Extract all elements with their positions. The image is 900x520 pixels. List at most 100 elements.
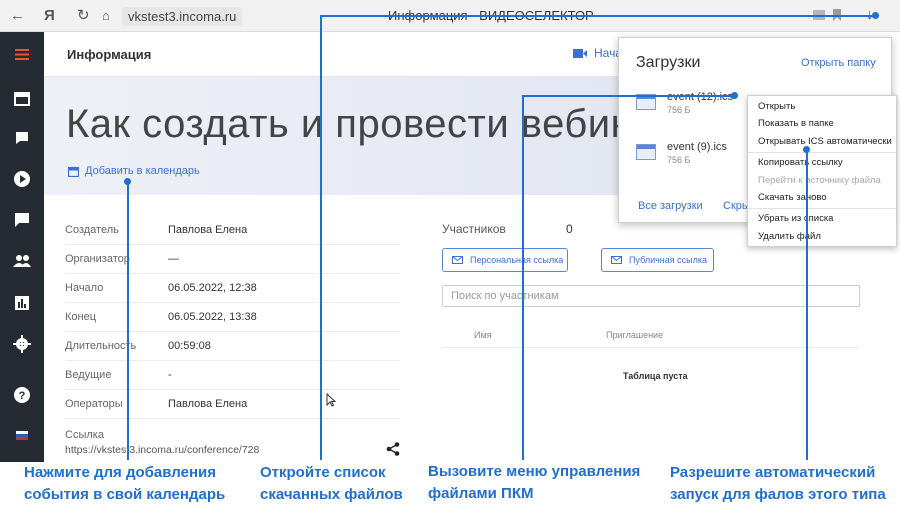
menu-item-remove-from-list[interactable]: Убрать из списка <box>758 213 833 224</box>
callout-text: файлами ПКМ <box>428 485 534 502</box>
info-value: Павлова Елена <box>168 224 248 236</box>
callout-dot <box>872 12 879 19</box>
info-value: 06.05.2022, 13:38 <box>168 311 257 323</box>
info-row: Операторы Павлова Елена <box>65 390 400 419</box>
callout-line <box>127 181 129 460</box>
callout-dot <box>731 92 738 99</box>
callout-line <box>522 95 524 460</box>
callout-text: запуск для фалов этого типа <box>670 486 886 503</box>
callout-line <box>522 95 734 97</box>
column-header-name[interactable]: Имя <box>474 330 492 340</box>
ics-file-icon <box>636 144 656 160</box>
back-icon[interactable]: ← <box>10 7 25 25</box>
download-file-size: 756 Б <box>667 155 691 165</box>
downloads-title: Загрузки <box>636 54 701 71</box>
info-row: Создатель Павлова Елена <box>65 216 400 245</box>
info-label: Ведущие <box>65 369 112 381</box>
info-value: 06.05.2022, 12:38 <box>168 282 257 294</box>
participants-count: 0 <box>566 222 573 236</box>
app-sidebar: ? <box>0 32 44 462</box>
envelope-icon <box>452 256 463 264</box>
personal-link-label: Персональная ссылка <box>470 255 564 265</box>
info-value: 00:59:08 <box>168 340 211 352</box>
table-divider <box>442 347 860 348</box>
menu-item-go-to-source: Перейти к источнику файла <box>758 175 881 186</box>
empty-table-message: Таблица пуста <box>623 371 688 381</box>
help-icon[interactable]: ? <box>13 386 31 404</box>
info-label: Начало <box>65 282 104 294</box>
info-row: Организатор — <box>65 245 400 274</box>
callout-text: события в свой календарь <box>24 486 226 503</box>
participants-label: Участников <box>442 222 506 236</box>
add-to-calendar-link[interactable]: Добавить в календарь <box>85 165 200 177</box>
info-row: Ведущие - <box>65 361 400 390</box>
stats-icon[interactable] <box>14 295 30 311</box>
file-context-menu: Открыть Показать в папке Открывать ICS а… <box>747 95 897 247</box>
users-icon[interactable] <box>13 254 31 268</box>
menu-item-show-in-folder[interactable]: Показать в папке <box>758 118 834 129</box>
link-label: Ссылка <box>65 429 104 441</box>
public-link-button[interactable]: Публичная ссылка <box>601 248 714 272</box>
info-value: Павлова Елена <box>168 398 248 410</box>
public-link-label: Публичная ссылка <box>629 255 707 265</box>
download-file-name[interactable]: event (9).ics <box>667 141 727 153</box>
info-value: - <box>168 369 172 381</box>
callout-line <box>806 149 808 460</box>
all-downloads-link[interactable]: Все загрузки <box>638 200 703 212</box>
callout-right-click: Вызовите меню управления файлами ПКМ <box>428 461 640 505</box>
chat-flag-icon[interactable] <box>14 130 30 146</box>
mouse-cursor-icon <box>326 393 336 407</box>
page: ← Я ↻ ⌂ vkstest3.incoma.ru Информация - … <box>0 0 900 520</box>
callout-text: Вызовите меню управления <box>428 463 641 480</box>
calendar-icon[interactable] <box>14 90 30 106</box>
play-icon[interactable] <box>13 170 31 188</box>
info-row: Конец 06.05.2022, 13:38 <box>65 303 400 332</box>
info-row: Начало 06.05.2022, 12:38 <box>65 274 400 303</box>
info-label: Операторы <box>65 398 123 410</box>
callout-auto-open: Разрешите автоматический запуск для фало… <box>670 462 886 506</box>
conference-link[interactable]: https://vkstest3.incoma.ru/conference/72… <box>65 444 259 456</box>
column-header-invite[interactable]: Приглашение <box>606 330 663 340</box>
callout-add-calendar: Нажмите для добавления события в свой ка… <box>24 462 225 506</box>
page-title: Информация <box>67 47 152 62</box>
calendar-add-icon[interactable] <box>68 166 79 177</box>
callout-text: Откройте список <box>260 464 386 481</box>
download-file-name[interactable]: event (12).ics <box>667 91 733 103</box>
reload-icon[interactable]: ↻ <box>77 7 90 25</box>
menu-icon[interactable] <box>15 49 29 60</box>
info-row: Длительность 00:59:08 <box>65 332 400 361</box>
settings-icon[interactable] <box>13 335 31 353</box>
personal-link-button[interactable]: Персональная ссылка <box>442 248 568 272</box>
menu-item-delete-file[interactable]: Удалить файл <box>758 231 821 242</box>
info-label: Организатор <box>65 253 130 265</box>
info-value: — <box>168 253 179 265</box>
message-icon[interactable] <box>14 212 30 228</box>
share-icon[interactable] <box>386 442 400 456</box>
menu-item-open-ics-auto[interactable]: Открывать ICS автоматически <box>758 136 892 147</box>
open-folder-link[interactable]: Открыть папку <box>801 57 876 69</box>
menu-separator <box>748 208 896 209</box>
callout-text: Нажмите для добавления <box>24 464 216 481</box>
hide-downloads-link[interactable]: Скры <box>723 200 750 212</box>
language-flag-icon[interactable] <box>16 431 28 440</box>
menu-separator <box>748 152 896 153</box>
envelope-icon <box>611 256 622 264</box>
site-info-icon[interactable]: ⌂ <box>102 7 110 25</box>
info-label: Конец <box>65 311 97 323</box>
address-bar[interactable]: vkstest3.incoma.ru <box>122 7 243 26</box>
svg-text:?: ? <box>19 390 26 402</box>
callout-open-downloads: Откройте список скачанных файлов <box>260 462 403 506</box>
menu-item-download-again[interactable]: Скачать заново <box>758 192 827 203</box>
info-label: Создатель <box>65 224 119 236</box>
info-label: Длительность <box>65 340 137 352</box>
menu-item-open[interactable]: Открыть <box>758 101 795 112</box>
participant-search-input[interactable]: Поиск по участникам <box>442 285 860 307</box>
menu-item-copy-link[interactable]: Копировать ссылку <box>758 157 843 168</box>
download-file-size: 756 Б <box>667 105 691 115</box>
event-title: Как создать и провести вебинар <box>66 102 679 146</box>
callout-line <box>320 15 876 17</box>
yandex-icon[interactable]: Я <box>44 7 55 25</box>
callout-text: Разрешите автоматический <box>670 464 876 481</box>
video-camera-icon[interactable] <box>573 48 587 59</box>
callout-text: скачанных файлов <box>260 486 403 503</box>
